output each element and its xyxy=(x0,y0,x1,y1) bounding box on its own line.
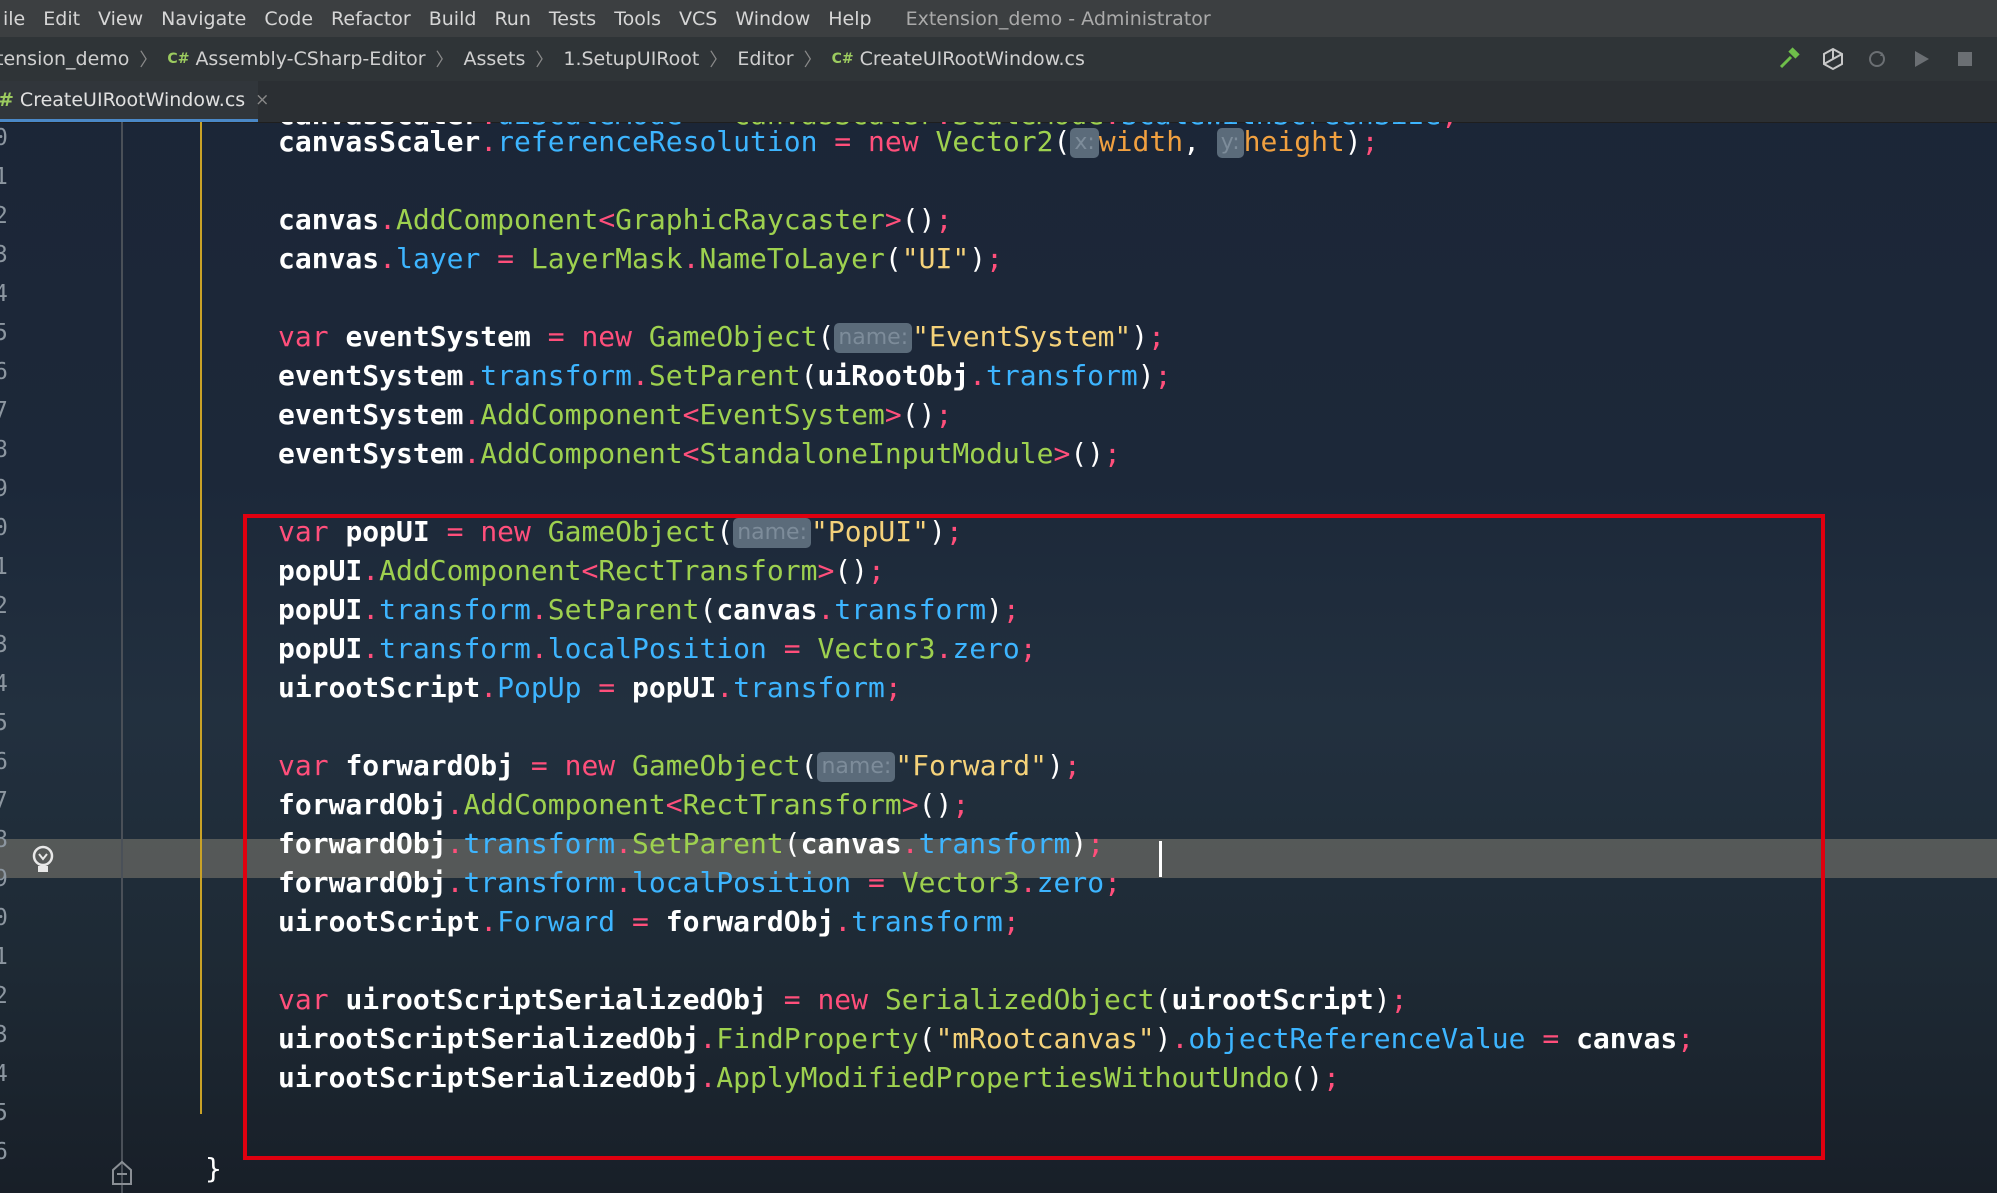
menu-help[interactable]: Help xyxy=(819,8,880,30)
menu-bar: ile Edit View Navigate Code Refactor Bui… xyxy=(0,0,1997,37)
csharp-file-icon: # xyxy=(0,89,14,111)
breadcrumb-editor[interactable]: Editor xyxy=(737,48,793,70)
line-number: 1 xyxy=(0,554,8,580)
code-line: canvasScaler.referenceResolution = new V… xyxy=(278,125,1379,158)
code-line: canvas.AddComponent<GraphicRaycaster>(); xyxy=(278,203,953,236)
code-line: var eventSystem = new GameObject(name: "E… xyxy=(278,320,1166,353)
line-number: 5 xyxy=(0,710,8,736)
line-number: 4 xyxy=(0,1061,8,1087)
highlight-box xyxy=(243,514,1825,1160)
csharp-project-icon: C# xyxy=(167,51,190,67)
breadcrumb-project[interactable]: tension_demo xyxy=(0,48,129,70)
line-number: 5 xyxy=(0,320,8,346)
line-number: 4 xyxy=(0,281,8,307)
line-number: 7 xyxy=(0,398,8,424)
fold-icon[interactable] xyxy=(111,1160,133,1186)
breadcrumb-assembly-label: Assembly-CSharp-Editor xyxy=(195,48,426,70)
breadcrumb-separator: 〉 xyxy=(139,50,158,71)
line-number: 2 xyxy=(0,203,8,229)
toolbar xyxy=(1777,37,1977,81)
line-number: 3 xyxy=(0,242,8,268)
menu-navigate[interactable]: Navigate xyxy=(152,8,255,30)
breadcrumb-assembly[interactable]: C# Assembly-CSharp-Editor xyxy=(167,48,425,70)
closing-brace: } xyxy=(205,1152,222,1185)
hammer-icon[interactable] xyxy=(1777,47,1801,71)
lightbulb-icon[interactable] xyxy=(28,844,58,876)
menu-view[interactable]: View xyxy=(89,8,152,30)
refresh-icon[interactable] xyxy=(1865,47,1889,71)
tab-createuirootwindow[interactable]: # CreateUIRootWindow.cs × xyxy=(0,81,269,122)
gutter: 9 0 1 2 3 4 5 6 7 8 9 0 1 2 3 4 5 6 7 8 … xyxy=(0,122,122,1193)
code-editor[interactable]: 9 0 1 2 3 4 5 6 7 8 9 0 1 2 3 4 5 6 7 8 … xyxy=(0,122,1997,1193)
breadcrumb-separator: 〉 xyxy=(435,50,454,71)
breadcrumb-separator: 〉 xyxy=(709,50,728,71)
menu-refactor[interactable]: Refactor xyxy=(322,8,420,30)
breadcrumb-file[interactable]: C# CreateUIRootWindow.cs xyxy=(832,48,1085,70)
line-number: 6 xyxy=(0,1139,8,1165)
menu-tests[interactable]: Tests xyxy=(540,8,605,30)
breadcrumb: tension_demo 〉 C# Assembly-CSharp-Editor… xyxy=(0,37,1997,81)
close-icon[interactable]: × xyxy=(255,90,269,110)
line-number: 3 xyxy=(0,632,8,658)
menu-edit[interactable]: Edit xyxy=(34,8,89,30)
line-number: 0 xyxy=(0,905,8,931)
menu-code[interactable]: Code xyxy=(255,8,322,30)
menu-vcs[interactable]: VCS xyxy=(670,8,726,30)
param-hint: name: xyxy=(834,323,913,353)
line-number: 8 xyxy=(0,827,8,853)
gutter-divider xyxy=(121,122,123,1193)
window-title: Extension_demo - Administrator xyxy=(905,7,1211,30)
line-number: 6 xyxy=(0,359,8,385)
menu-build[interactable]: Build xyxy=(420,8,486,30)
breadcrumb-separator: 〉 xyxy=(803,50,822,71)
code-line: canvas.layer = LayerMask.NameToLayer("UI… xyxy=(278,242,1003,275)
stop-icon[interactable] xyxy=(1953,47,1977,71)
line-number: 3 xyxy=(0,1022,8,1048)
line-number: 9 xyxy=(0,866,8,892)
line-number: 0 xyxy=(0,515,8,541)
code-line: eventSystem.transform.SetParent(uiRootOb… xyxy=(278,359,1172,392)
line-number: 2 xyxy=(0,593,8,619)
line-number: 1 xyxy=(0,164,8,190)
line-number: 7 xyxy=(0,788,8,814)
editor-tabs: # CreateUIRootWindow.cs × xyxy=(0,81,1997,123)
line-number: 4 xyxy=(0,671,8,697)
line-number: 6 xyxy=(0,749,8,775)
breadcrumb-separator: 〉 xyxy=(535,50,554,71)
menu-window[interactable]: Window xyxy=(726,8,819,30)
line-number: 1 xyxy=(0,944,8,970)
code-line: eventSystem.AddComponent<EventSystem>(); xyxy=(278,398,953,431)
menu-tools[interactable]: Tools xyxy=(605,8,670,30)
breadcrumb-file-label: CreateUIRootWindow.cs xyxy=(859,48,1085,70)
line-number: 5 xyxy=(0,1100,8,1126)
param-hint: x: xyxy=(1070,128,1099,158)
breadcrumb-setupuiroot[interactable]: 1.SetupUIRoot xyxy=(563,48,699,70)
line-number: 9 xyxy=(0,476,8,502)
line-number: 8 xyxy=(0,437,8,463)
line-number: 2 xyxy=(0,983,8,1009)
indent-guide xyxy=(200,122,202,1114)
menu-run[interactable]: Run xyxy=(485,8,539,30)
tab-label: CreateUIRootWindow.cs xyxy=(19,89,246,111)
code-line: eventSystem.AddComponent<StandaloneInput… xyxy=(278,437,1121,470)
unity-icon[interactable] xyxy=(1821,47,1845,71)
param-hint: y: xyxy=(1216,128,1244,158)
menu-file[interactable]: ile xyxy=(0,8,34,30)
line-number: 0 xyxy=(0,125,8,151)
run-icon[interactable] xyxy=(1909,47,1933,71)
breadcrumb-assets[interactable]: Assets xyxy=(464,48,526,70)
csharp-file-icon: C# xyxy=(831,51,854,67)
